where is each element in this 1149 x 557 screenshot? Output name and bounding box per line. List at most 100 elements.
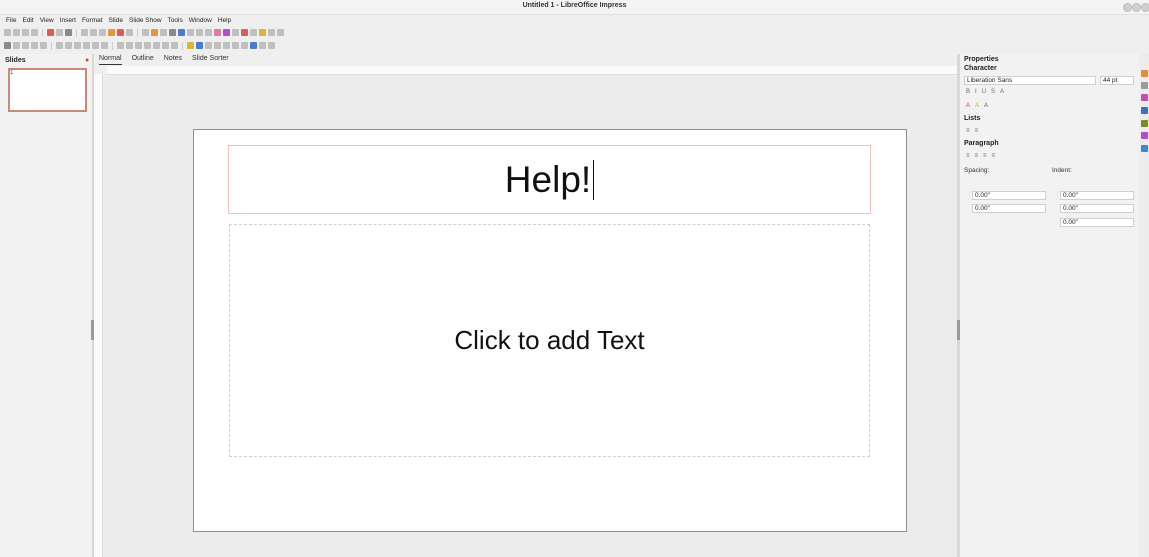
open-icon[interactable] (22, 29, 29, 36)
special-character-icon[interactable] (250, 29, 257, 36)
indent-before-field[interactable]: 0.00" (1060, 191, 1134, 200)
align-objects-icon[interactable] (196, 42, 203, 49)
indent-after-field[interactable]: 0.00" (1060, 204, 1134, 213)
menu-tools[interactable]: Tools (168, 15, 183, 26)
menu-edit[interactable]: Edit (22, 15, 33, 26)
menu-window[interactable]: Window (189, 15, 212, 26)
clone-formatting-icon[interactable] (108, 29, 115, 36)
stars-icon[interactable] (162, 42, 169, 49)
unordered-list-icon[interactable]: ≡ (966, 128, 970, 134)
text-box-icon[interactable] (241, 29, 248, 36)
cut-icon[interactable] (81, 29, 88, 36)
hyperlink-icon[interactable] (268, 29, 275, 36)
menu-format[interactable]: Format (82, 15, 103, 26)
toggle-extrusion-icon[interactable] (250, 42, 257, 49)
close-button[interactable] (1141, 3, 1149, 12)
bold-icon[interactable]: B (966, 89, 970, 95)
filter-icon[interactable] (241, 42, 248, 49)
start-current-slide-icon[interactable] (196, 29, 203, 36)
zoom-icon[interactable] (13, 42, 20, 49)
draw-function-icon[interactable] (277, 29, 284, 36)
slide-thumbnail[interactable] (8, 68, 87, 112)
start-first-slide-icon[interactable] (187, 29, 194, 36)
title-text-box[interactable]: Help! (228, 145, 871, 214)
tab-outline[interactable]: Outline (132, 55, 154, 65)
undo-icon[interactable] (117, 29, 124, 36)
animation-deck-icon[interactable] (1141, 94, 1148, 101)
underline-icon[interactable]: U (982, 89, 986, 95)
master-slide-icon[interactable] (178, 29, 185, 36)
menu-slide-show[interactable]: Slide Show (129, 15, 162, 26)
tab-slide-sorter[interactable]: Slide Sorter (192, 55, 229, 65)
line-icon[interactable] (56, 42, 63, 49)
distribute-icon[interactable] (214, 42, 221, 49)
maximize-button[interactable] (1132, 3, 1141, 12)
minimize-button[interactable] (1123, 3, 1132, 12)
italic-icon[interactable]: I (975, 89, 977, 95)
menu-slide[interactable]: Slide (109, 15, 123, 26)
paste-icon[interactable] (99, 29, 106, 36)
table-icon[interactable] (205, 29, 212, 36)
find-replace-icon[interactable] (142, 29, 149, 36)
menu-view[interactable]: View (40, 15, 54, 26)
line-color-icon[interactable] (31, 42, 38, 49)
tab-notes[interactable]: Notes (164, 55, 182, 65)
arrow-icon[interactable] (83, 42, 90, 49)
flowchart-icon[interactable] (144, 42, 151, 49)
character-spacing-icon[interactable]: A (984, 103, 988, 109)
image-icon[interactable] (214, 29, 221, 36)
fill-color-icon[interactable] (40, 42, 47, 49)
new-icon[interactable] (4, 29, 11, 36)
rectangle-icon[interactable] (65, 42, 72, 49)
spelling-icon[interactable] (151, 29, 158, 36)
gallery-deck-icon[interactable] (1141, 132, 1148, 139)
text-icon[interactable] (22, 42, 29, 49)
styles-deck-icon[interactable] (1141, 120, 1148, 127)
templates-icon[interactable] (13, 29, 20, 36)
media-icon[interactable] (223, 29, 230, 36)
justify-icon[interactable]: ≡ (992, 153, 996, 159)
menu-help[interactable]: Help (218, 15, 231, 26)
curve-icon[interactable] (92, 42, 99, 49)
3d-objects-icon[interactable] (171, 42, 178, 49)
align-right-icon[interactable]: ≡ (983, 153, 987, 159)
ellipse-icon[interactable] (74, 42, 81, 49)
display-views-icon[interactable] (169, 29, 176, 36)
save-icon[interactable] (31, 29, 38, 36)
ordered-list-icon[interactable]: ≡ (975, 128, 979, 134)
rotate-icon[interactable] (187, 42, 194, 49)
highlight-color-icon[interactable]: A (975, 103, 979, 109)
paragraph-section-header[interactable]: Paragraph (964, 140, 999, 147)
symbol-shapes-icon[interactable] (126, 42, 133, 49)
shadow-text-icon[interactable]: A (1000, 89, 1004, 95)
redo-icon[interactable] (126, 29, 133, 36)
font-name-field[interactable]: Liberation Sans (964, 76, 1096, 85)
lists-section-header[interactable]: Lists (964, 115, 980, 122)
spacing-above-field[interactable]: 0.00" (972, 191, 1046, 200)
character-section-header[interactable]: Character (964, 65, 997, 72)
basic-shapes-icon[interactable] (117, 42, 124, 49)
fontwork-icon[interactable] (259, 29, 266, 36)
align-left-icon[interactable]: ≡ (966, 153, 970, 159)
select-icon[interactable] (4, 42, 11, 49)
export-pdf-icon[interactable] (47, 29, 54, 36)
shadow-icon[interactable] (223, 42, 230, 49)
menu-file[interactable]: File (6, 15, 16, 26)
slide-transition-deck-icon[interactable] (1141, 82, 1148, 89)
connector-icon[interactable] (101, 42, 108, 49)
navigator-deck-icon[interactable] (1141, 145, 1148, 152)
spacing-below-field[interactable]: 0.00" (972, 204, 1046, 213)
first-line-indent-field[interactable]: 0.00" (1060, 218, 1134, 227)
horizontal-ruler[interactable] (107, 66, 957, 75)
content-placeholder-box[interactable]: Click to add Text (229, 224, 870, 457)
print-icon[interactable] (56, 29, 63, 36)
arrange-icon[interactable] (205, 42, 212, 49)
toggle-point-edit-icon[interactable] (268, 42, 275, 49)
show-gluepoint-icon[interactable] (259, 42, 266, 49)
block-arrows-icon[interactable] (135, 42, 142, 49)
font-size-field[interactable]: 44 pt (1100, 76, 1134, 85)
crop-icon[interactable] (232, 42, 239, 49)
align-center-icon[interactable]: ≡ (975, 153, 979, 159)
master-slides-deck-icon[interactable] (1141, 107, 1148, 114)
tab-normal[interactable]: Normal (99, 55, 122, 65)
